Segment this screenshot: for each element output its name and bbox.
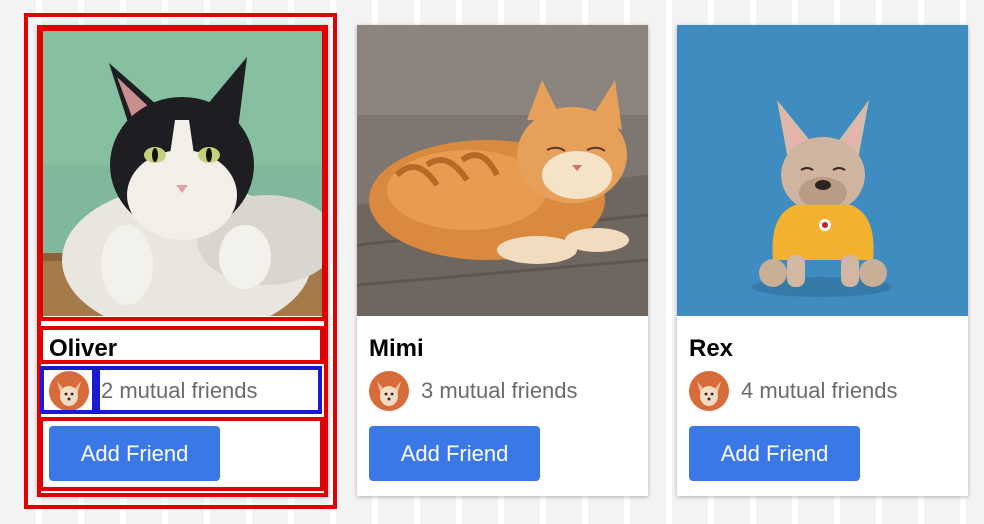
card-name: Rex bbox=[689, 335, 734, 362]
add-friend-button[interactable]: Add Friend bbox=[369, 426, 540, 481]
friend-card-mimi: Mimi 3 mutual friends Add Friend bbox=[357, 25, 648, 496]
chihuahua-avatar bbox=[369, 371, 409, 411]
mutual-friends: 3 mutual friends bbox=[369, 371, 578, 411]
add-friend-button[interactable]: Add Friend bbox=[689, 426, 860, 481]
mutual-friends: 2 mutual friends bbox=[49, 371, 258, 411]
add-friend-button[interactable]: Add Friend bbox=[49, 426, 220, 481]
chihuahua-avatar bbox=[689, 371, 729, 411]
card-name: Mimi bbox=[369, 335, 424, 362]
french-bulldog-photo bbox=[677, 25, 968, 316]
mutual-friends-count: 4 mutual friends bbox=[741, 378, 898, 403]
mutual-friends-count: 2 mutual friends bbox=[101, 378, 258, 403]
chihuahua-avatar bbox=[49, 371, 89, 411]
orange-tabby-cat-photo bbox=[357, 25, 648, 316]
mutual-friends-count: 3 mutual friends bbox=[421, 378, 578, 403]
black-and-white-cat-photo bbox=[37, 25, 328, 316]
friend-card-oliver: Oliver 2 mutual friends Add Friend bbox=[37, 25, 328, 496]
card-name: Oliver bbox=[49, 335, 118, 362]
mutual-friends: 4 mutual friends bbox=[689, 371, 898, 411]
friend-card-rex: Rex 4 mutual friends Add Friend bbox=[677, 25, 968, 496]
